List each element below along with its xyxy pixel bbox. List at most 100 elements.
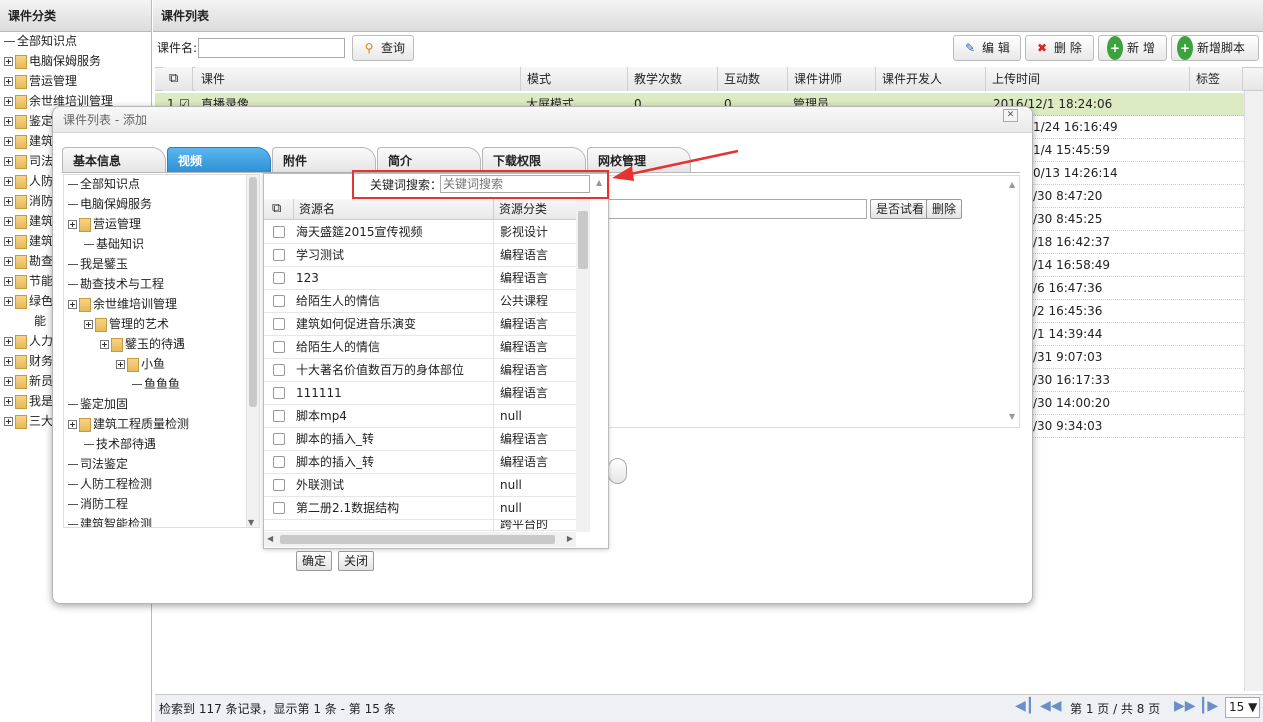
knowledge-tree-node[interactable]: 我是鐾玉 <box>68 254 128 274</box>
col-developer[interactable]: 课件开发人 <box>876 67 986 91</box>
expand-icon[interactable] <box>4 397 13 406</box>
expand-icon[interactable] <box>4 57 13 66</box>
select-all-icon[interactable]: ⧉ <box>163 67 193 91</box>
col-teach-count[interactable]: 教学次数 <box>628 67 718 91</box>
add-script-button[interactable]: + 新增脚本 <box>1171 35 1259 61</box>
tree-node[interactable]: 建筑 <box>4 211 53 231</box>
expand-icon[interactable] <box>4 417 13 426</box>
resource-row[interactable]: 海天盛筵2015宣传视频 影视设计 <box>264 221 576 244</box>
knowledge-tree-node[interactable]: 鐾玉的待遇 <box>100 334 185 354</box>
col-lecturer[interactable]: 课件讲师 <box>788 67 876 91</box>
resource-row[interactable]: 学习测试 编程语言 <box>264 244 576 267</box>
knowledge-tree-node[interactable]: 建筑工程质量检测 <box>68 414 189 434</box>
resource-vscrollbar[interactable] <box>576 199 590 532</box>
resource-checkbox[interactable] <box>273 410 285 422</box>
page-size-select[interactable]: 15 ▼ <box>1225 697 1260 718</box>
resource-checkbox[interactable] <box>273 502 285 514</box>
resource-checkbox[interactable] <box>273 249 285 261</box>
resource-checkbox[interactable] <box>273 272 285 284</box>
tree-node[interactable]: 新员 <box>4 371 53 391</box>
expand-icon[interactable] <box>68 300 77 309</box>
expand-icon[interactable] <box>4 117 13 126</box>
scroll-right-icon[interactable]: ▶ <box>567 534 573 543</box>
resource-checkbox[interactable] <box>273 226 285 238</box>
tree-node[interactable]: 全部知识点 <box>4 31 77 51</box>
resource-row[interactable]: 建筑如何促进音乐演变 编程语言 <box>264 313 576 336</box>
col-tag[interactable]: 标签 <box>1190 67 1243 91</box>
video-path-input[interactable] <box>600 199 867 219</box>
knowledge-tree-node[interactable]: 司法鉴定 <box>68 454 128 474</box>
knowledge-tree-node[interactable]: 技术部待遇 <box>84 434 156 454</box>
tree-node[interactable]: 三大 <box>4 411 53 431</box>
resource-row[interactable]: 脚本的插入_转 编程语言 <box>264 451 576 474</box>
knowledge-tree-node[interactable]: 营运管理 <box>68 214 141 234</box>
resource-select-all-icon[interactable]: ⧉ <box>272 201 281 216</box>
resource-checkbox[interactable] <box>273 433 285 445</box>
slider-handle[interactable] <box>608 458 627 484</box>
knowledge-tree-node[interactable]: 余世维培训管理 <box>68 294 177 314</box>
knowledge-tree-node[interactable]: 消防工程 <box>68 494 128 514</box>
popup-scroll-up-icon[interactable]: ▲ <box>596 178 602 187</box>
resource-checkbox[interactable] <box>273 318 285 330</box>
tree-node[interactable]: 营运管理 <box>4 71 77 91</box>
knowledge-tree-node[interactable]: 鱼鱼鱼 <box>132 374 180 394</box>
resource-checkbox[interactable] <box>273 295 285 307</box>
expand-icon[interactable] <box>4 357 13 366</box>
resource-row[interactable]: 外联测试 null <box>264 474 576 497</box>
resource-col-category[interactable]: 资源分类 <box>493 199 576 220</box>
expand-icon[interactable] <box>68 220 77 229</box>
col-interact-count[interactable]: 互动数 <box>718 67 788 91</box>
resource-row[interactable]: 脚本的插入_转 编程语言 <box>264 428 576 451</box>
content-scroll-up-icon[interactable]: ▲ <box>1009 180 1015 189</box>
query-button[interactable]: ⚲ 查询 <box>352 35 415 61</box>
expand-icon[interactable] <box>100 340 109 349</box>
knowledge-tree-node[interactable]: 管理的艺术 <box>84 314 169 334</box>
resource-checkbox[interactable] <box>273 456 285 468</box>
resource-row[interactable]: 123 编程语言 <box>264 267 576 290</box>
expand-icon[interactable] <box>4 97 13 106</box>
grid-scrollbar[interactable] <box>1244 91 1263 691</box>
expand-icon[interactable] <box>4 177 13 186</box>
expand-icon[interactable] <box>4 237 13 246</box>
expand-icon[interactable] <box>4 197 13 206</box>
expand-icon[interactable] <box>4 277 13 286</box>
expand-icon[interactable] <box>4 137 13 146</box>
resource-row[interactable]: 脚本mp4 null <box>264 405 576 428</box>
knowledge-tree-node[interactable]: 小鱼 <box>116 354 165 374</box>
tree-node[interactable]: 建筑 <box>4 131 53 151</box>
knowledge-tree-node[interactable]: 全部知识点 <box>68 175 140 194</box>
resource-row[interactable]: 十大著名价值数百万的身体部位 编程语言 <box>264 359 576 382</box>
tab-video[interactable]: 视频 <box>167 147 271 173</box>
tree-node[interactable]: 人防 <box>4 171 53 191</box>
tree-node[interactable]: 勘查 <box>4 251 53 271</box>
col-upload-time[interactable]: 上传时间 <box>986 67 1190 91</box>
tree-scrollbar[interactable]: ▼ <box>246 175 259 527</box>
resource-row[interactable]: 第二册2.1数据结构 null <box>264 497 576 520</box>
knowledge-tree-node[interactable]: 建筑智能检测 <box>68 514 152 527</box>
tree-node[interactable]: 司法 <box>4 151 53 171</box>
resource-row[interactable]: 给陌生人的情信 编程语言 <box>264 336 576 359</box>
tab-basic-info[interactable]: 基本信息 <box>62 147 166 173</box>
resource-checkbox[interactable] <box>273 364 285 376</box>
last-page-icon[interactable]: ┃▶ <box>1199 698 1218 714</box>
scroll-left-icon[interactable]: ◀ <box>267 534 273 543</box>
tree-node[interactable]: 电脑保姆服务 <box>4 51 101 71</box>
tree-node[interactable]: 建筑 <box>4 231 53 251</box>
tree-node[interactable]: 鉴定 <box>4 111 53 131</box>
resource-checkbox[interactable] <box>273 341 285 353</box>
expand-icon[interactable] <box>4 157 13 166</box>
prev-page-icon[interactable]: ◀◀ <box>1040 698 1062 714</box>
edit-button[interactable]: ✎ 编 辑 <box>953 35 1021 61</box>
tree-scroll-thumb[interactable] <box>249 177 257 407</box>
resource-checkbox[interactable] <box>273 387 285 399</box>
tree-node[interactable]: 绿色 <box>4 291 53 311</box>
resource-hscrollbar[interactable]: ◀ ▶ <box>264 532 576 547</box>
expand-icon[interactable] <box>4 377 13 386</box>
knowledge-tree-node[interactable]: 电脑保姆服务 <box>68 194 152 214</box>
trial-button[interactable]: 是否试看 <box>870 199 931 219</box>
resource-col-name[interactable]: 资源名 <box>293 199 493 220</box>
tree-node[interactable]: 能 <box>34 311 46 331</box>
col-course[interactable]: 课件 <box>195 67 521 91</box>
expand-icon[interactable] <box>84 320 93 329</box>
add-button[interactable]: + 新 增 <box>1098 35 1167 61</box>
